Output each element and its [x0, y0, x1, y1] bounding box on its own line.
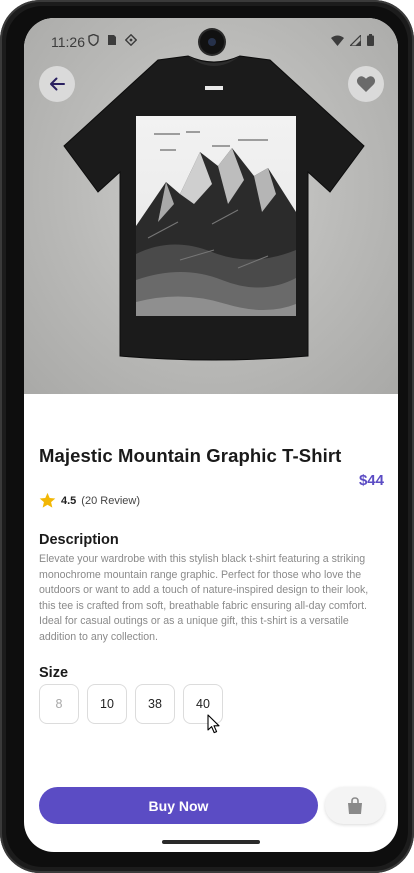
wifi-icon — [331, 35, 344, 46]
product-image-area: 11:26 — [24, 18, 398, 394]
product-price: $44 — [358, 472, 384, 489]
shopping-bag-icon — [348, 796, 362, 814]
shield-icon — [88, 34, 99, 46]
buy-now-button[interactable]: Buy Now — [39, 787, 318, 824]
size-option-38[interactable]: 38 — [135, 684, 175, 724]
signal-icon — [350, 34, 361, 46]
rating-value: 4.5 — [61, 494, 77, 507]
diamond-icon — [125, 34, 137, 46]
back-button[interactable] — [39, 66, 75, 102]
product-title: Majestic Mountain Graphic T-Shirt — [39, 445, 342, 466]
status-bar: 11:26 — [24, 18, 398, 62]
add-to-bag-button[interactable] — [325, 787, 385, 824]
arrow-left-icon — [50, 77, 65, 91]
size-heading: Size — [39, 665, 69, 681]
phone-bezel: 11:26 Majestic Mountain Graphic T-Shirt … — [6, 6, 408, 867]
home-indicator[interactable] — [162, 840, 260, 844]
status-icons-left — [88, 34, 137, 46]
product-rating: 4.5 (20 Review) — [39, 492, 140, 509]
size-option-10[interactable]: 10 — [87, 684, 127, 724]
status-time: 11:26 — [51, 34, 85, 50]
star-icon — [39, 492, 56, 508]
mouse-cursor-icon — [207, 714, 220, 734]
front-camera — [200, 30, 224, 54]
phone-frame: 11:26 Majestic Mountain Graphic T-Shirt … — [0, 0, 414, 873]
status-icons-right — [331, 34, 374, 46]
description-heading: Description — [39, 532, 119, 548]
review-count: (20 Review) — [81, 494, 140, 507]
battery-icon — [367, 34, 374, 46]
size-options: 8 10 38 40 — [39, 684, 223, 724]
sim-icon — [108, 35, 116, 45]
app-screen: 11:26 Majestic Mountain Graphic T-Shirt … — [24, 18, 398, 852]
favorite-button[interactable] — [348, 66, 384, 102]
heart-icon — [356, 76, 376, 92]
description-text: Elevate your wardrobe with this stylish … — [39, 553, 369, 643]
size-option-8[interactable]: 8 — [39, 684, 79, 724]
product-image — [63, 55, 365, 361]
